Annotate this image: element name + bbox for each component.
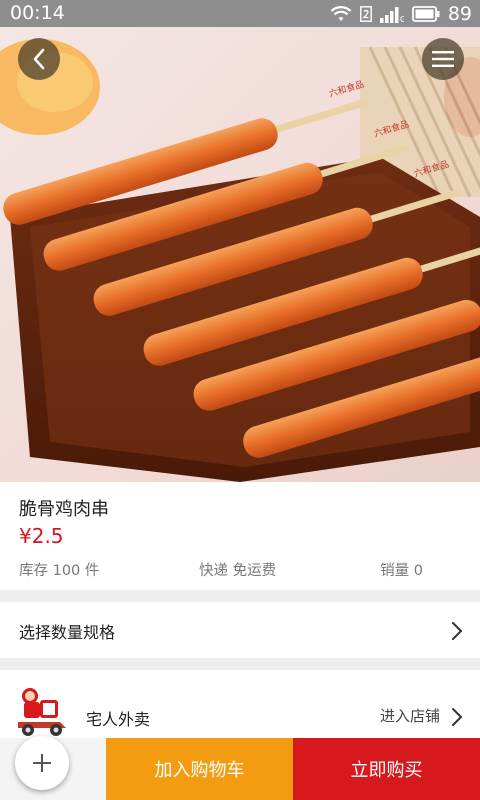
select-spec-row[interactable]: 选择数量规格 [0, 602, 480, 658]
floating-add-button[interactable] [15, 736, 69, 790]
back-button[interactable] [18, 38, 60, 80]
product-title: 脆骨鸡肉串 [19, 499, 109, 520]
svg-text:G: G [400, 15, 404, 23]
bottom-action-bar: 加入购物车 立即购买 [0, 738, 480, 800]
hamburger-menu-icon [432, 51, 454, 67]
section-divider [0, 590, 480, 602]
status-icons: G 89 [330, 2, 472, 25]
shipping-info: 快递 免运费 [199, 563, 277, 579]
shop-name: 宅人外卖 [86, 710, 151, 729]
signal-icon: G [379, 6, 404, 23]
sim-2-icon [359, 5, 372, 22]
stock-count: 库存 100 件 [19, 563, 100, 579]
add-to-cart-button[interactable]: 加入购物车 [106, 738, 293, 800]
buy-now-button[interactable]: 立即购买 [293, 738, 480, 800]
select-spec-label: 选择数量规格 [19, 623, 116, 642]
chevron-left-icon [33, 48, 45, 70]
status-time: 00:14 [10, 2, 65, 24]
shop-row[interactable]: 宅人外卖 进入店铺 [0, 670, 480, 738]
sales-count: 销量 0 [380, 563, 423, 579]
delivery-scooter-logo [18, 688, 66, 736]
plus-icon [33, 754, 51, 772]
wifi-icon [330, 5, 352, 21]
product-image: 六和食品 六和食品 六和食品 [0, 27, 480, 482]
section-divider [0, 658, 480, 670]
enter-shop-link[interactable]: 进入店铺 [380, 705, 440, 726]
status-bar: 00:14 G 89 [0, 0, 480, 27]
product-info: 脆骨鸡肉串 ¥2.5 库存 100 件 快递 免运费 销量 0 [0, 482, 480, 590]
chevron-right-icon [452, 708, 462, 726]
menu-button[interactable] [422, 38, 464, 80]
product-price: ¥2.5 [19, 524, 64, 548]
battery-level: 89 [447, 2, 472, 25]
chevron-right-icon [452, 622, 462, 640]
battery-icon [411, 5, 440, 22]
